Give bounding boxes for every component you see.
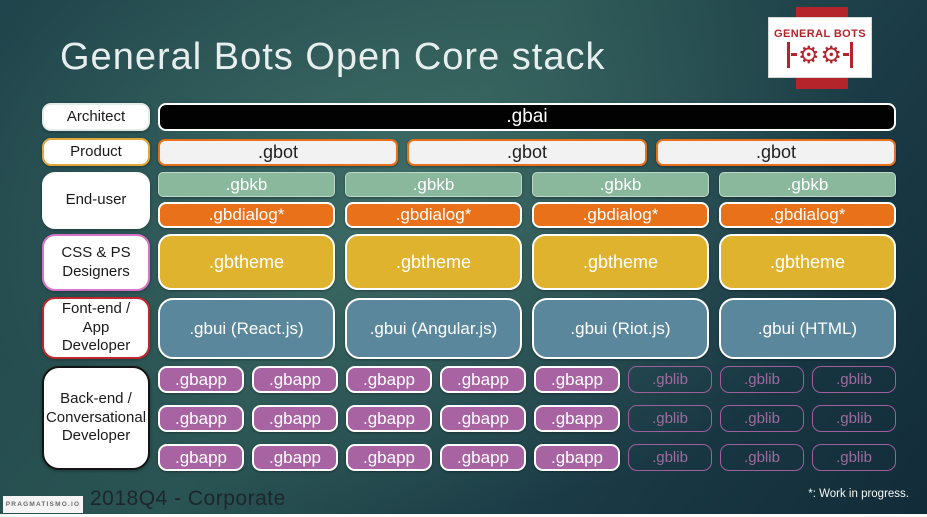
stack-box-gbui-angular: .gbui (Angular.js): [345, 298, 522, 359]
role-label-backend-conversational-developer: Back-end / Conversational Developer: [42, 366, 150, 470]
stack-box-gbapp: .gbapp: [534, 444, 620, 471]
stack-box-gblib: .gblib: [720, 366, 804, 393]
stack-box-gbapp: .gbapp: [534, 405, 620, 432]
role-label-frontend-app-developer: Font-end / App Developer: [42, 297, 150, 359]
stack-box-gbui-html: .gbui (HTML): [719, 298, 896, 359]
stack-box-gbapp: .gbapp: [252, 444, 338, 471]
stack-box-gbdialog: .gbdialog*: [719, 202, 896, 228]
stack-box-gbapp: .gbapp: [346, 405, 432, 432]
role-label-css-ps-designers: CSS & PS Designers: [42, 234, 150, 291]
stack-box-gbot: .gbot: [407, 139, 647, 166]
stack-box-gbapp: .gbapp: [252, 366, 338, 393]
stack-box-gblib: .gblib: [628, 405, 712, 432]
stack-box-gblib: .gblib: [812, 405, 896, 432]
stack-box-gbtheme: .gbtheme: [345, 234, 522, 290]
pragmatismo-watermark-text: PRAGMATISMO.IO: [5, 501, 81, 508]
gear-left-stub: [790, 53, 797, 56]
stack-box-gbkb: .gbkb: [532, 172, 709, 197]
row-gbkb: .gbkb .gbkb .gbkb .gbkb: [158, 172, 896, 197]
gears-icon: ⚙ ⚙: [786, 40, 854, 69]
pragmatismo-watermark: PRAGMATISMO.IO: [3, 496, 83, 513]
stack-box-gbapp: .gbapp: [346, 366, 432, 393]
stack-box-gbdialog: .gbdialog*: [532, 202, 709, 228]
slide-canvas: General Bots Open Core stack GENERAL BOT…: [0, 0, 927, 517]
logo-wordmark: GENERAL BOTS: [774, 27, 866, 40]
stack-box-gbapp: .gbapp: [158, 405, 244, 432]
gear-icon: ⚙: [797, 40, 820, 69]
stack-box-gbapp: .gbapp: [534, 366, 620, 393]
stack-box-gbkb: .gbkb: [158, 172, 335, 197]
role-label-end-user: End-user: [42, 172, 150, 229]
row-backend-1: .gbapp .gbapp .gbapp .gbapp .gbapp .gbli…: [158, 366, 896, 393]
stack-box-gbtheme: .gbtheme: [719, 234, 896, 290]
gear-right-bar: [850, 41, 854, 68]
row-gbot: .gbot .gbot .gbot: [158, 139, 896, 166]
role-label-architect: Architect: [42, 103, 150, 131]
stack-box-gbui-react: .gbui (React.js): [158, 298, 335, 359]
stack-box-gbapp: .gbapp: [440, 366, 526, 393]
stack-box-gbtheme: .gbtheme: [158, 234, 335, 290]
gear-left-bar: [786, 41, 790, 68]
stack-box-gbapp: .gbapp: [158, 366, 244, 393]
stack-box-gblib: .gblib: [628, 444, 712, 471]
stack-box-gbdialog: .gbdialog*: [345, 202, 522, 228]
stack-box-gbkb: .gbkb: [719, 172, 896, 197]
stack-box-gbai: .gbai: [158, 103, 896, 131]
stack-box-gbot: .gbot: [158, 139, 398, 166]
stack-box-gbdialog: .gbdialog*: [158, 202, 335, 228]
stack-box-gbkb: .gbkb: [345, 172, 522, 197]
row-backend-2: .gbapp .gbapp .gbapp .gbapp .gbapp .gbli…: [158, 405, 896, 432]
row-backend-3: .gbapp .gbapp .gbapp .gbapp .gbapp .gbli…: [158, 444, 896, 471]
stack-box-gblib: .gblib: [720, 405, 804, 432]
role-label-product: Product: [42, 138, 150, 166]
stack-box-gbapp: .gbapp: [158, 444, 244, 471]
stack-box-gbapp: .gbapp: [440, 444, 526, 471]
slide-title: General Bots Open Core stack: [60, 36, 606, 78]
stack-box-gbapp: .gbapp: [252, 405, 338, 432]
gear-right-stub: [843, 53, 850, 56]
general-bots-logo: GENERAL BOTS ⚙ ⚙: [768, 17, 872, 78]
stack-box-gbapp: .gbapp: [346, 444, 432, 471]
stack-box-gblib: .gblib: [628, 366, 712, 393]
stack-box-gblib: .gblib: [720, 444, 804, 471]
gear-icon: ⚙: [820, 40, 843, 69]
footer-wip-note: *: Work in progress.: [808, 488, 909, 500]
stack-box-gbui-riot: .gbui (Riot.js): [532, 298, 709, 359]
stack-box-gbot: .gbot: [656, 139, 896, 166]
row-gbtheme: .gbtheme .gbtheme .gbtheme .gbtheme: [158, 234, 896, 290]
stack-box-gbtheme: .gbtheme: [532, 234, 709, 290]
stack-box-gblib: .gblib: [812, 366, 896, 393]
stack-box-gbapp: .gbapp: [440, 405, 526, 432]
footer-version-text: 2018Q4 - Corporate: [90, 487, 286, 510]
stack-box-gblib: .gblib: [812, 444, 896, 471]
row-gbdialog: .gbdialog* .gbdialog* .gbdialog* .gbdial…: [158, 202, 896, 228]
row-gbui: .gbui (React.js) .gbui (Angular.js) .gbu…: [158, 298, 896, 359]
